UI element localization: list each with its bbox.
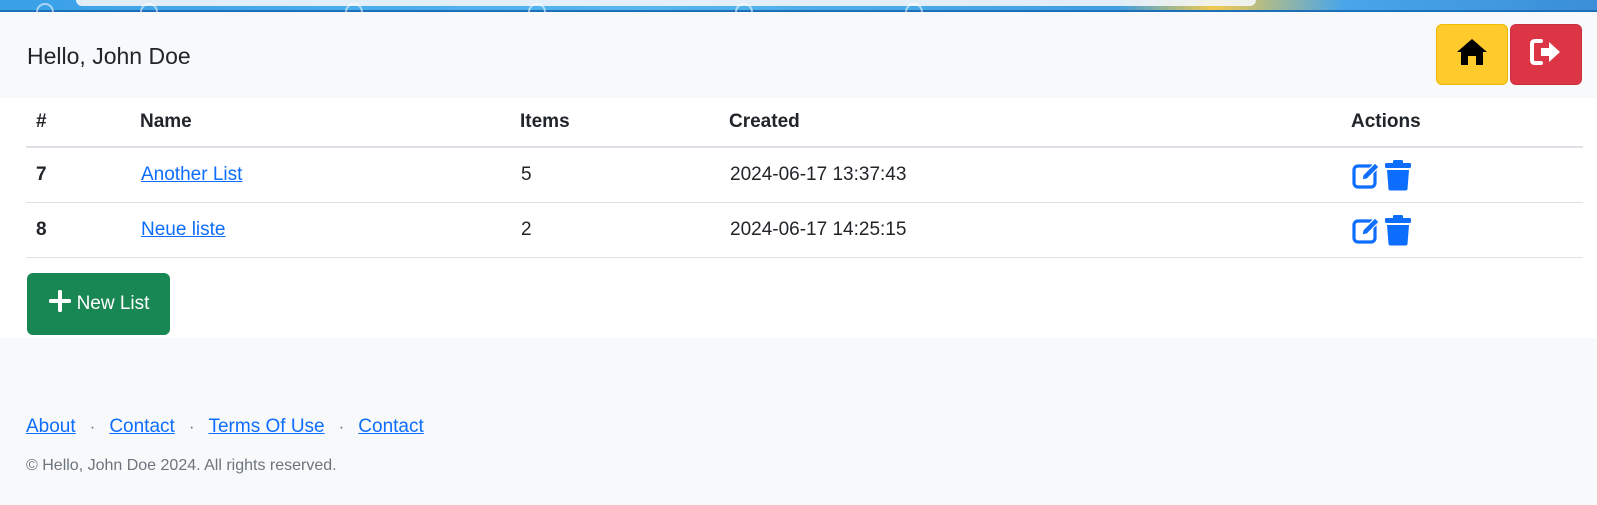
footer-link-contact[interactable]: Contact: [109, 416, 174, 438]
row-created-date: 2024-06-17 13:37:43: [729, 147, 1351, 203]
table-header-row: # Name Items Created Actions: [26, 98, 1583, 148]
page-header: Hello, John Doe: [0, 12, 1597, 98]
footer-separator: ·: [89, 417, 96, 436]
browser-top-strip: [0, 0, 1597, 21]
row-number: 7: [26, 147, 140, 203]
trash-icon[interactable]: [1384, 159, 1412, 191]
row-created-date: 2024-06-17 14:25:15: [729, 202, 1351, 258]
row-actions: [1351, 202, 1583, 258]
row-number: 8: [26, 202, 140, 258]
greeting-text: Hello, John Doe: [27, 43, 191, 69]
lists-table: # Name Items Created Actions 7 Another L…: [26, 98, 1583, 258]
footer-separator: ·: [338, 417, 345, 436]
column-header-created: Created: [729, 98, 1351, 148]
row-items-count: 2: [520, 202, 729, 258]
row-items-count: 5: [520, 147, 729, 203]
new-list-button[interactable]: New List: [27, 273, 170, 335]
footer-links: About · Contact · Terms Of Use · Contact: [26, 416, 424, 438]
list-name-link[interactable]: Neue liste: [141, 219, 226, 240]
footer-separator: ·: [188, 417, 195, 436]
home-icon: [1455, 37, 1489, 72]
lists-panel: # Name Items Created Actions 7 Another L…: [0, 98, 1597, 338]
column-header-number: #: [26, 98, 140, 148]
column-header-name: Name: [140, 98, 520, 148]
home-button[interactable]: [1436, 24, 1508, 85]
column-header-items: Items: [520, 98, 729, 148]
sign-out-icon: [1530, 38, 1562, 71]
footer-link-contact-2[interactable]: Contact: [358, 416, 423, 438]
trash-icon[interactable]: [1384, 214, 1412, 246]
page-footer: About · Contact · Terms Of Use · Contact…: [0, 338, 1597, 505]
logout-button[interactable]: [1510, 24, 1582, 85]
footer-link-about[interactable]: About: [26, 416, 76, 438]
footer-link-terms[interactable]: Terms Of Use: [208, 416, 324, 438]
column-header-actions: Actions: [1351, 98, 1583, 148]
new-list-label: New List: [76, 293, 150, 314]
list-name-link[interactable]: Another List: [141, 164, 242, 185]
row-actions: [1351, 147, 1583, 203]
edit-icon[interactable]: [1352, 215, 1382, 245]
top-strip-bar: [76, 0, 1256, 6]
plus-icon: [48, 289, 72, 319]
table-row: 8 Neue liste 2 2024-06-17 14:25:15: [26, 202, 1583, 258]
table-row: 7 Another List 5 2024-06-17 13:37:43: [26, 147, 1583, 203]
copyright-text: © Hello, John Doe 2024. All rights reser…: [26, 457, 337, 474]
edit-icon[interactable]: [1352, 160, 1382, 190]
